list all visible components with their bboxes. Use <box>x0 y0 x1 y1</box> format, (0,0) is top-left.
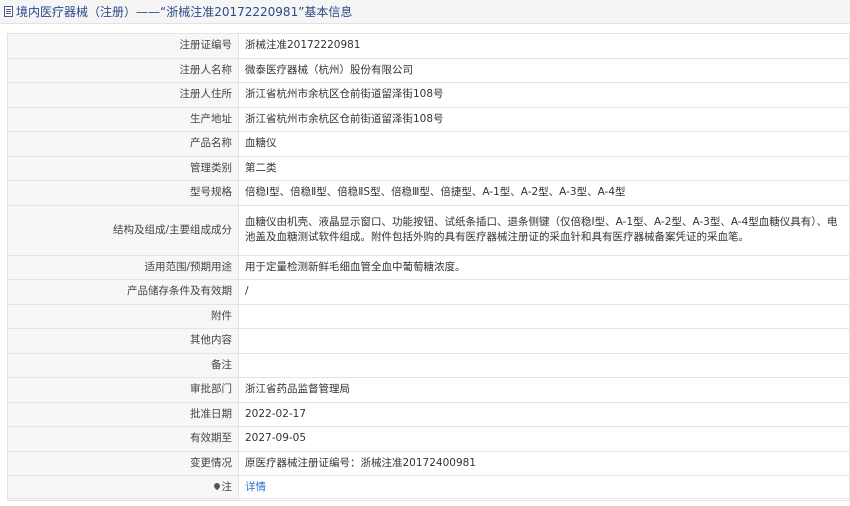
pin-icon <box>212 482 221 491</box>
row-value-intended-use: 用于定量检测新鲜毛细血管全血中葡萄糖浓度。 <box>238 254 850 280</box>
row-value-approval-date: 2022-02-17 <box>238 401 850 427</box>
row-value-management-class: 第二类 <box>238 155 850 181</box>
table-row: 附件 <box>7 303 850 329</box>
table-row: 产品名称 血糖仪 <box>7 131 850 157</box>
row-label-management-class: 管理类别 <box>7 155 239 181</box>
row-label-registrant-name: 注册人名称 <box>7 57 239 83</box>
row-value-approval-department: 浙江省药品监督管理局 <box>238 377 850 403</box>
document-icon <box>4 6 13 17</box>
row-label-intended-use: 适用范围/预期用途 <box>7 254 239 280</box>
table-row: 注 详情 <box>7 475 850 501</box>
row-value-remarks <box>238 352 850 378</box>
row-label-attachments: 附件 <box>7 303 239 329</box>
table-row: 审批部门 浙江省药品监督管理局 <box>7 377 850 403</box>
table-row: 注册证编号 浙械注准20172220981 <box>7 33 850 59</box>
table-row: 型号规格 倍稳Ⅰ型、倍稳Ⅱ型、倍稳ⅡS型、倍稳Ⅲ型、倍捷型、A-1型、A-2型、… <box>7 180 850 206</box>
row-value-model-spec: 倍稳Ⅰ型、倍稳Ⅱ型、倍稳ⅡS型、倍稳Ⅲ型、倍捷型、A-1型、A-2型、A-3型、… <box>238 180 850 206</box>
row-label-other-content: 其他内容 <box>7 328 239 354</box>
table-row: 适用范围/预期用途 用于定量检测新鲜毛细血管全血中葡萄糖浓度。 <box>7 254 850 280</box>
row-label-registrant-address: 注册人住所 <box>7 82 239 108</box>
row-value-note: 详情 <box>238 475 850 501</box>
row-label-note: 注 <box>7 475 239 501</box>
table-row: 生产地址 浙江省杭州市余杭区仓前街道留泽街108号 <box>7 106 850 132</box>
row-value-registration-number: 浙械注准20172220981 <box>238 33 850 59</box>
row-value-change-history: 原医疗器械注册证编号：浙械注准20172400981 <box>238 450 850 476</box>
table-row: 备注 <box>7 352 850 378</box>
row-label-product-name: 产品名称 <box>7 131 239 157</box>
row-label-valid-until: 有效期至 <box>7 426 239 452</box>
row-label-approval-date: 批准日期 <box>7 401 239 427</box>
row-value-registrant-address: 浙江省杭州市余杭区仓前街道留泽街108号 <box>238 82 850 108</box>
table-row: 变更情况 原医疗器械注册证编号：浙械注准20172400981 <box>7 450 850 476</box>
table-row: 管理类别 第二类 <box>7 155 850 181</box>
row-label-model-spec: 型号规格 <box>7 180 239 206</box>
row-value-other-content <box>238 328 850 354</box>
page-header: 境内医疗器械（注册）——“浙械注准20172220981”基本信息 <box>0 0 850 24</box>
page-title: 境内医疗器械（注册）——“浙械注准20172220981”基本信息 <box>16 5 353 19</box>
table-row: 有效期至 2027-09-05 <box>7 426 850 452</box>
row-label-remarks: 备注 <box>7 352 239 378</box>
row-label-registration-number: 注册证编号 <box>7 33 239 59</box>
detail-table: 注册证编号 浙械注准20172220981 注册人名称 微泰医疗器械（杭州）股份… <box>7 33 850 501</box>
row-label-change-history: 变更情况 <box>7 450 239 476</box>
row-label-storage-validity: 产品储存条件及有效期 <box>7 279 239 305</box>
row-value-product-name: 血糖仪 <box>238 131 850 157</box>
bottom-divider <box>7 498 850 499</box>
table-row: 注册人名称 微泰医疗器械（杭州）股份有限公司 <box>7 57 850 83</box>
details-link[interactable]: 详情 <box>245 481 266 493</box>
note-label-text: 注 <box>221 481 233 494</box>
row-value-structure-composition: 血糖仪由机壳、液晶显示窗口、功能按钮、试纸条插口、退条侧键（仅倍稳Ⅰ型、A-1型… <box>238 204 850 256</box>
row-value-registrant-name: 微泰医疗器械（杭州）股份有限公司 <box>238 57 850 83</box>
table-row: 批准日期 2022-02-17 <box>7 401 850 427</box>
table-row: 注册人住所 浙江省杭州市余杭区仓前街道留泽街108号 <box>7 82 850 108</box>
row-value-attachments <box>238 303 850 329</box>
table-row: 其他内容 <box>7 328 850 354</box>
row-label-structure-composition: 结构及组成/主要组成成分 <box>7 204 239 256</box>
row-label-approval-department: 审批部门 <box>7 377 239 403</box>
table-row: 产品储存条件及有效期 / <box>7 279 850 305</box>
table-row: 结构及组成/主要组成成分 血糖仪由机壳、液晶显示窗口、功能按钮、试纸条插口、退条… <box>7 204 850 256</box>
row-label-production-address: 生产地址 <box>7 106 239 132</box>
row-value-storage-validity: / <box>238 279 850 305</box>
row-value-valid-until: 2027-09-05 <box>238 426 850 452</box>
row-value-production-address: 浙江省杭州市余杭区仓前街道留泽街108号 <box>238 106 850 132</box>
